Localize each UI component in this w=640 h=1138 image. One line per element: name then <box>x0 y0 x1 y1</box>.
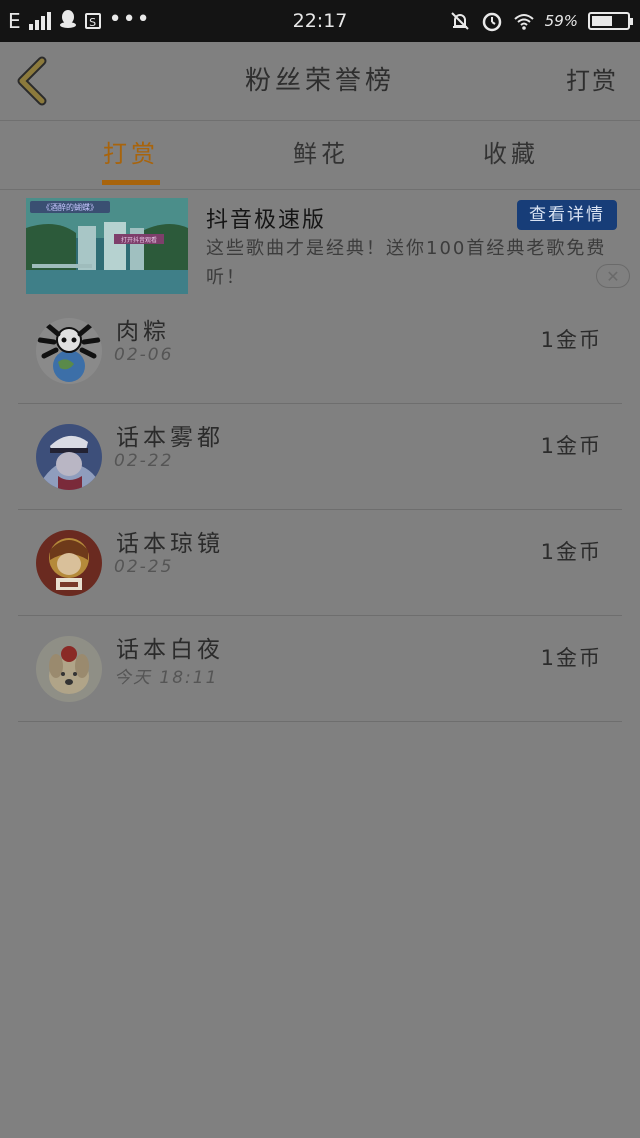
status-bar: E S ••• 22:17 59% <box>0 0 640 42</box>
reward-list: 肉粽 02-06 1金币 话本雾都 02-22 1金币 话本琼镜 02-25 1… <box>18 298 622 722</box>
reward-date: 02-22 <box>114 451 174 471</box>
ad-title: 抖音极速版 <box>206 208 327 233</box>
battery-percent: 59% <box>544 12 578 30</box>
reward-date: 02-25 <box>114 557 174 577</box>
close-icon[interactable]: ✕ <box>596 264 630 288</box>
user-name: 话本琼镜 <box>116 531 224 557</box>
thumb-caption: 《酒醉的蝴蝶》 <box>42 202 98 212</box>
user-name: 话本雾都 <box>116 425 224 451</box>
reward-amount: 1金币 <box>540 646 602 670</box>
list-item[interactable]: 肉粽 02-06 1金币 <box>18 298 622 404</box>
user-name: 话本白夜 <box>116 637 224 663</box>
battery-icon <box>588 12 633 30</box>
list-item[interactable]: 话本琼镜 02-25 1金币 <box>18 510 622 616</box>
avatar[interactable] <box>36 424 102 490</box>
ad-description: 这些歌曲才是经典！送你100首经典老歌免费听！ <box>206 238 607 288</box>
list-item[interactable]: 话本雾都 02-22 1金币 <box>18 404 622 510</box>
avatar[interactable] <box>36 318 102 384</box>
ad-banner[interactable]: 《酒醉的蝴蝶》 打开抖音观看 抖音极速版 这些歌曲才是经典！送你100首经典老歌… <box>0 190 640 298</box>
view-details-button[interactable]: 查看详情 <box>517 200 617 230</box>
wifi-icon <box>513 14 534 30</box>
battery-fill <box>592 16 612 26</box>
mute-bell-icon <box>450 12 469 30</box>
tab-flowers[interactable]: 鲜花 <box>261 121 381 189</box>
user-name: 肉粽 <box>116 319 170 345</box>
tab-bar: 打赏 鲜花 收藏 <box>0 121 640 190</box>
reward-date: 02-06 <box>114 345 174 365</box>
list-item[interactable]: 话本白夜 今天 18:11 1金币 <box>18 616 622 722</box>
ad-thumbnail[interactable]: 《酒醉的蝴蝶》 打开抖音观看 <box>26 198 188 294</box>
page-title: 粉丝荣誉榜 <box>244 66 395 96</box>
app-header: 粉丝荣誉榜 打赏 <box>0 42 640 121</box>
tab-reward[interactable]: 打赏 <box>71 121 191 189</box>
avatar[interactable] <box>36 530 102 596</box>
avatar[interactable] <box>36 636 102 702</box>
reward-date: 今天 18:11 <box>114 668 219 688</box>
reward-amount: 1金币 <box>540 434 602 458</box>
reward-amount: 1金币 <box>540 540 602 564</box>
reward-amount: 1金币 <box>540 328 602 352</box>
alarm-icon <box>482 12 501 32</box>
reward-button[interactable]: 打赏 <box>566 42 618 120</box>
tab-indicator <box>102 180 160 185</box>
thumb-subcaption: 打开抖音观看 <box>121 236 157 244</box>
status-right: 59% <box>449 0 633 42</box>
tab-favorites[interactable]: 收藏 <box>451 121 571 189</box>
